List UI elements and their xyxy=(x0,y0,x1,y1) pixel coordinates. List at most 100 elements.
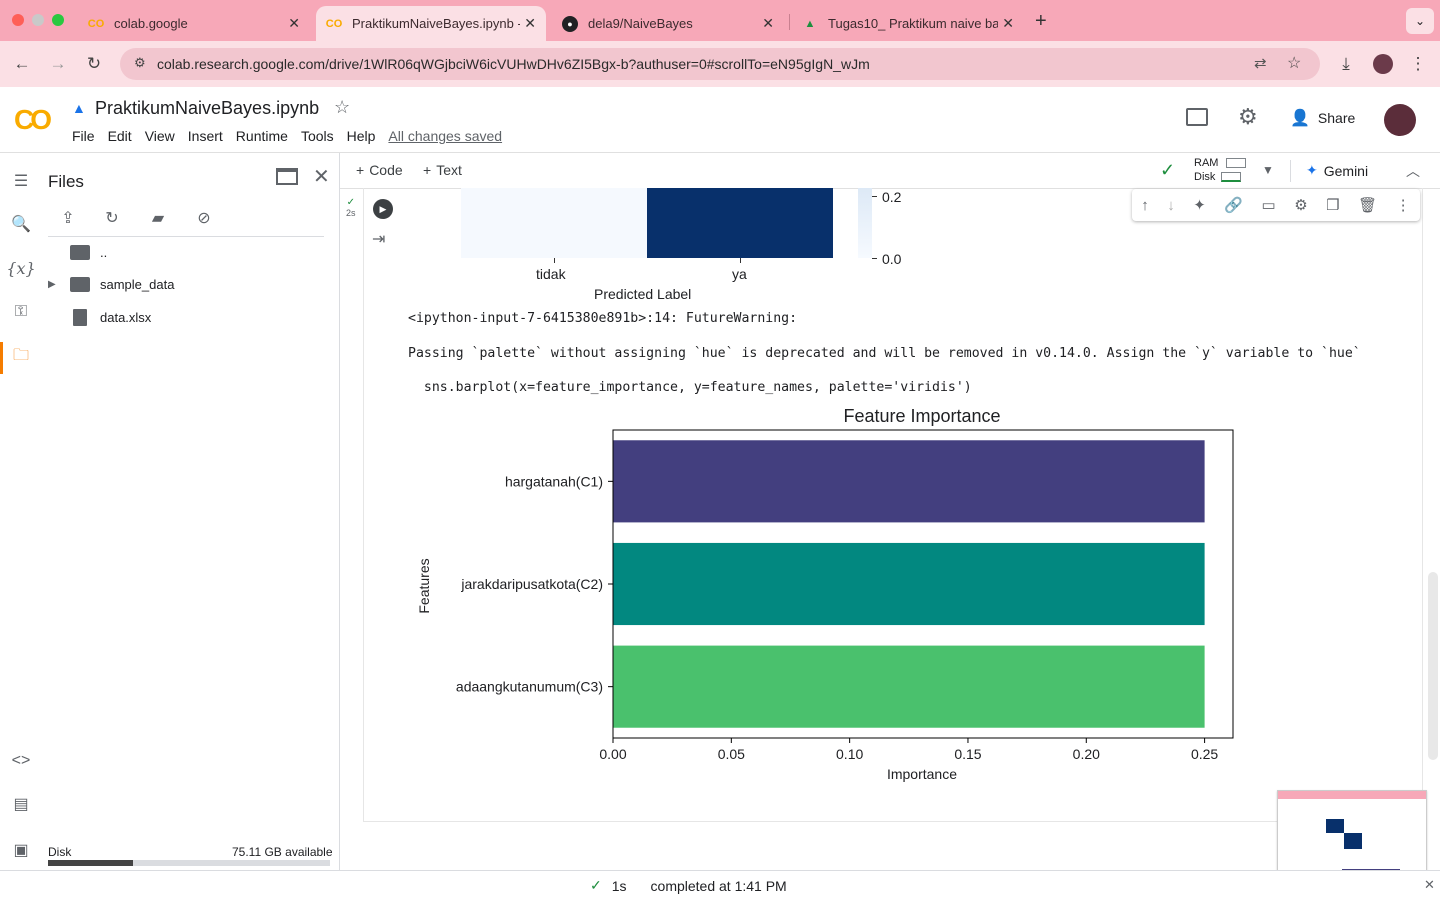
browser-tab-active[interactable]: CO PraktikumNaiveBayes.ipynb - ✕ xyxy=(316,6,546,41)
browser-tab[interactable]: ▲ Tugas10_ Praktikum naive ba ✕ xyxy=(792,6,1024,41)
close-status-icon[interactable]: ✕ xyxy=(1424,877,1435,893)
new-tab-icon[interactable]: + xyxy=(1035,10,1047,33)
more-options-icon[interactable]: ⋮ xyxy=(1396,196,1411,214)
search-icon[interactable]: 🔍 xyxy=(9,212,33,236)
menu-insert[interactable]: Insert xyxy=(188,128,223,144)
close-icon[interactable]: ✕ xyxy=(762,15,774,32)
hide-files-icon[interactable]: ⊘ xyxy=(193,207,215,229)
code-snippets-icon[interactable]: <> xyxy=(9,749,33,773)
colab-icon: CO xyxy=(325,17,343,30)
execution-status[interactable]: ✓ 1s completed at 1:41 PM xyxy=(590,877,787,894)
y-tick-label: jarakdaripusatkota(C2) xyxy=(460,576,603,592)
tab-title: PraktikumNaiveBayes.ipynb - xyxy=(352,16,520,31)
menu-bar: File Edit View Insert Runtime Tools Help… xyxy=(72,128,515,144)
window-maximize-button[interactable] xyxy=(52,14,64,26)
browser-tab[interactable]: ● dela9/NaiveBayes ✕ xyxy=(552,6,784,41)
folder-icon xyxy=(70,277,90,292)
tab-separator xyxy=(789,14,790,30)
add-code-button[interactable]: + Code xyxy=(356,162,403,178)
y-tick-label: adaangkutanumum(C3) xyxy=(456,679,603,695)
minimap-header xyxy=(1278,791,1426,799)
avatar[interactable] xyxy=(1384,104,1416,136)
command-palette-icon[interactable]: ▤ xyxy=(9,792,33,816)
link-icon[interactable]: 🔗 xyxy=(1224,196,1243,214)
expand-arrow-icon[interactable]: ▶ xyxy=(48,279,56,290)
file-list-item[interactable]: sample_data xyxy=(70,277,174,292)
colorbar-tick-label: 0.2 xyxy=(882,189,902,205)
browser-tab[interactable]: CO colab.google ✕ xyxy=(78,6,310,41)
window-minimize-button[interactable] xyxy=(32,14,44,26)
secrets-key-icon[interactable]: ⚿ xyxy=(9,300,33,324)
bar-3 xyxy=(613,645,1205,728)
variables-icon[interactable]: {x} xyxy=(6,256,35,280)
success-check-icon: ✓ xyxy=(346,197,355,208)
chart-title: Feature Importance xyxy=(843,406,1000,426)
table-of-contents-icon[interactable]: ☰ xyxy=(9,169,33,193)
menu-view[interactable]: View xyxy=(145,128,175,144)
x-tick-label: 0.10 xyxy=(836,746,863,762)
gemini-button[interactable]: ✦ Gemini xyxy=(1306,162,1368,179)
translate-icon[interactable]: ⇄ xyxy=(1254,54,1267,72)
disk-label: Disk xyxy=(1194,171,1216,183)
terminal-icon[interactable]: ▣ xyxy=(9,838,33,862)
close-icon[interactable]: ✕ xyxy=(288,15,300,32)
file-list-item[interactable]: data.xlsx xyxy=(70,309,151,326)
plus-icon: + xyxy=(423,162,432,178)
menu-runtime[interactable]: Runtime xyxy=(236,128,288,144)
window-close-button[interactable] xyxy=(12,14,24,26)
run-cell-button[interactable]: ▶ xyxy=(373,199,393,219)
menu-edit[interactable]: Edit xyxy=(108,128,132,144)
colorbar-tick xyxy=(872,196,877,197)
site-info-icon[interactable]: ⚙ xyxy=(134,55,146,71)
collapse-header-icon[interactable]: ︿ xyxy=(1406,161,1420,181)
gemini-sparkle-icon[interactable]: ✦ xyxy=(1193,196,1206,214)
move-up-icon[interactable]: ↑ xyxy=(1141,197,1149,214)
address-bar[interactable]: ⚙ colab.research.google.com/drive/1WlR06… xyxy=(120,48,1320,80)
x-tick xyxy=(554,258,555,263)
delete-icon[interactable]: 🗑 xyxy=(1358,196,1377,214)
notebook-title[interactable]: PraktikumNaiveBayes.ipynb xyxy=(95,98,319,119)
refresh-icon[interactable]: ↻ xyxy=(101,207,123,229)
runtime-dropdown-icon[interactable]: ▼ xyxy=(1262,163,1274,177)
disk-bar xyxy=(1221,172,1242,183)
share-button[interactable]: 👤 Share xyxy=(1290,108,1355,128)
profile-avatar[interactable] xyxy=(1373,54,1393,74)
url-text: colab.research.google.com/drive/1WlR06qW… xyxy=(157,56,870,72)
tab-search-icon[interactable]: ⌄ xyxy=(1406,8,1434,34)
close-icon[interactable]: ✕ xyxy=(313,164,330,189)
x-tick-label: 0.05 xyxy=(718,746,745,762)
forward-icon[interactable]: → xyxy=(46,52,70,76)
mirror-cell-icon[interactable]: ❐ xyxy=(1326,196,1339,214)
scrollbar-thumb[interactable] xyxy=(1428,572,1438,760)
menu-tools[interactable]: Tools xyxy=(301,128,334,144)
download-icon[interactable]: ⤓ xyxy=(1334,52,1358,76)
reload-icon[interactable]: ↻ xyxy=(82,52,106,76)
back-icon[interactable]: ← xyxy=(10,52,34,76)
menu-help[interactable]: Help xyxy=(347,128,376,144)
star-icon[interactable]: ☆ xyxy=(334,97,350,118)
save-status[interactable]: All changes saved xyxy=(388,128,502,144)
mount-drive-icon[interactable]: ▰ xyxy=(147,207,169,229)
move-down-icon[interactable]: ↓ xyxy=(1167,197,1175,214)
close-icon[interactable]: ✕ xyxy=(524,15,536,32)
file-list-item[interactable]: .. xyxy=(70,245,107,260)
upload-file-icon[interactable]: ⇪ xyxy=(57,207,79,229)
menu-file[interactable]: File xyxy=(72,128,95,144)
comment-icon[interactable]: ▭ xyxy=(1262,196,1276,214)
settings-gear-icon[interactable]: ⚙ xyxy=(1294,196,1307,214)
comment-icon[interactable] xyxy=(1186,108,1208,126)
warning-code-line: sns.barplot(x=feature_importance, y=feat… xyxy=(408,380,972,395)
settings-gear-icon[interactable]: ⚙ xyxy=(1238,106,1258,128)
resource-monitor[interactable]: RAM Disk xyxy=(1194,156,1247,184)
output-actions-icon[interactable]: ⇥ xyxy=(372,229,385,249)
colab-logo[interactable]: CO xyxy=(14,104,52,136)
browser-menu-icon[interactable]: ⋮ xyxy=(1406,52,1430,76)
add-text-button[interactable]: + Text xyxy=(423,162,462,178)
colab-icon: CO xyxy=(87,17,105,30)
folder-icon[interactable]: 🗀 xyxy=(9,345,33,369)
x-tick-label: 0.00 xyxy=(599,746,626,762)
x-tick xyxy=(740,258,741,263)
open-in-tab-icon[interactable] xyxy=(276,168,298,185)
bookmark-star-icon[interactable]: ☆ xyxy=(1287,53,1301,73)
close-icon[interactable]: ✕ xyxy=(1002,15,1014,32)
